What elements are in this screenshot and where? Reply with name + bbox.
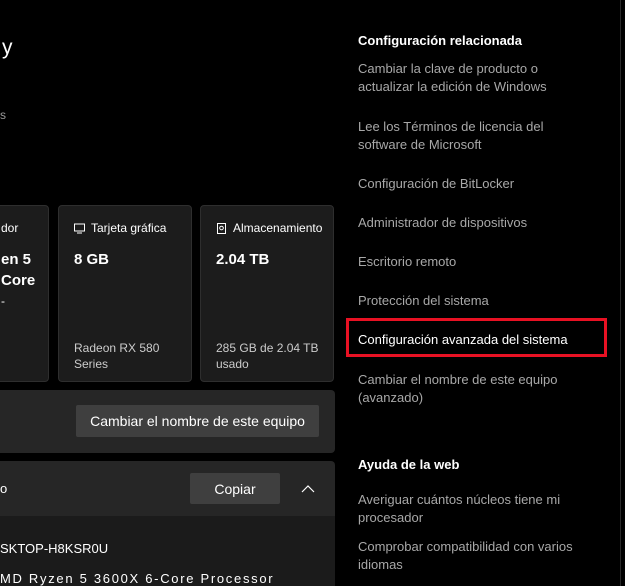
processor-card: dor en 5 Core - [0,205,49,382]
gpu-card-header: Tarjeta gráfica [74,221,166,235]
gpu-card-subtitle: Radeon RX 580 Series [74,340,159,372]
storage-card-title: Almacenamiento [233,221,323,235]
link-line: Cambiar el nombre de este equipo [358,372,558,387]
license-terms-link[interactable]: Lee los Términos de licencia del softwar… [358,118,608,154]
processor-value-line: en 5 [1,251,32,268]
link-line: Escritorio remoto [358,254,457,269]
link-line: (avanzado) [358,390,424,405]
storage-card-subtitle: 285 GB de 2.04 TB usado [216,340,319,372]
scrollbar-track[interactable] [620,0,621,586]
gpu-card-value: 8 GB [74,251,110,268]
processor-card-title: dor [1,221,19,235]
link-line: procesador [358,510,424,525]
device-spec-header[interactable]: o Copiar [0,461,335,516]
rename-pc-button[interactable]: Cambiar el nombre de este equipo [76,405,319,437]
web-help-heading: Ayuda de la web [358,457,460,472]
page-title: y [2,36,13,59]
link-line: Configuración de BitLocker [358,176,515,191]
processor-value-line: Core [1,272,36,289]
gpu-sub-line: Radeon RX 580 [74,341,160,355]
link-line: Averiguar cuántos núcleos tiene mi [358,492,561,507]
link-line: Cambiar la clave de producto o [358,61,538,76]
link-line: Configuración avanzada del sistema [358,332,568,347]
gpu-card: Tarjeta gráfica 8 GB Radeon RX 580 Serie… [58,205,192,382]
processor-value: MD Ryzen 5 3600X 6-Core Processor [0,571,275,586]
remote-desktop-link[interactable]: Escritorio remoto [358,253,608,271]
link-line: idiomas [358,557,403,572]
gpu-card-title: Tarjeta gráfica [91,221,167,235]
drive-icon [217,222,226,234]
system-protection-link[interactable]: Protección del sistema [358,292,608,310]
chevron-up-icon[interactable] [300,481,316,497]
change-product-key-link[interactable]: Cambiar la clave de producto o actualiza… [358,60,608,96]
link-line: Comprobar compatibilidad con varios [358,539,573,554]
link-line: Protección del sistema [358,293,489,308]
storage-card-header: Almacenamiento [216,221,322,235]
link-line: actualizar la edición de Windows [358,79,547,94]
processor-value-line: - [1,294,5,308]
bitlocker-link[interactable]: Configuración de BitLocker [358,175,608,193]
language-compat-help-link[interactable]: Comprobar compatibilidad con varios idio… [358,538,608,574]
device-manager-link[interactable]: Administrador de dispositivos [358,214,608,232]
rename-pc-advanced-link[interactable]: Cambiar el nombre de este equipo (avanza… [358,371,608,407]
cpu-cores-help-link[interactable]: Averiguar cuántos núcleos tiene mi proce… [358,491,608,527]
storage-sub-line: 285 GB de 2.04 TB [216,341,319,355]
device-spec-body: SKTOP-H8KSR0U MD Ryzen 5 3600X 6-Core Pr… [0,516,335,586]
processor-card-value: en 5 Core - [1,249,35,312]
storage-card-value: 2.04 TB [216,251,270,268]
advanced-system-settings-link[interactable]: Configuración avanzada del sistema [358,331,608,349]
device-name-value: SKTOP-H8KSR0U [0,541,109,556]
page-subtitle: s [0,108,6,122]
rename-section: Cambiar el nombre de este equipo [0,390,335,453]
processor-card-header: dor [1,221,18,235]
storage-sub-line: usado [216,357,249,371]
device-spec-title: o [0,481,8,496]
copy-button[interactable]: Copiar [190,473,280,504]
monitor-icon [74,223,85,233]
gpu-sub-line: Series [74,357,109,371]
link-line: Lee los Términos de licencia del [358,119,544,134]
settings-about-page: y s dor en 5 Core - Tarjeta gráfica 8 GB… [0,0,625,586]
link-line: software de Microsoft [358,137,482,152]
storage-card: Almacenamiento 2.04 TB 285 GB de 2.04 TB… [200,205,334,382]
link-line: Administrador de dispositivos [358,215,528,230]
related-settings-heading: Configuración relacionada [358,33,522,48]
